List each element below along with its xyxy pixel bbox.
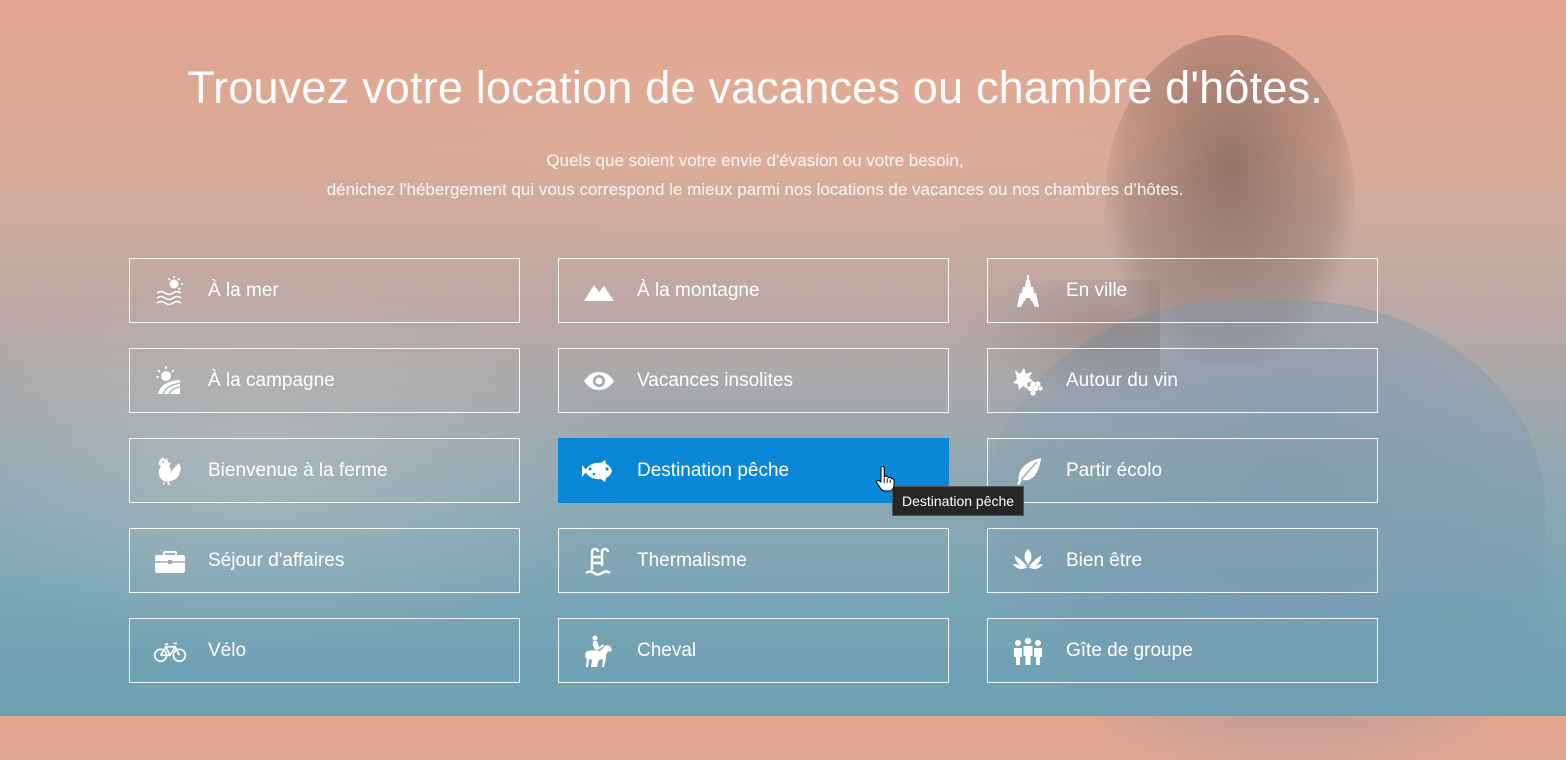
leaf-icon (1006, 451, 1050, 491)
category-label: Vélo (208, 639, 247, 661)
category-grid: À la mer À la montagne En ville À la cam… (129, 258, 1378, 683)
hover-tooltip: Destination pêche (892, 486, 1025, 516)
hand-cursor-icon (876, 466, 895, 492)
subtitle-line-2: dénichez l'hébergement qui vous correspo… (326, 180, 1184, 199)
category-label: Vacances insolites (637, 369, 793, 391)
grapes-icon (1006, 361, 1050, 401)
category-farm[interactable]: Bienvenue à la ferme (129, 438, 520, 503)
bicycle-icon (148, 631, 192, 671)
category-label: À la montagne (637, 279, 760, 301)
category-label: À la campagne (208, 369, 335, 391)
category-label: Bien être (1066, 549, 1143, 571)
lotus-icon (1006, 541, 1050, 581)
category-label: Bienvenue à la ferme (208, 459, 388, 481)
countryside-icon (148, 361, 192, 401)
category-bike[interactable]: Vélo (129, 618, 520, 683)
category-wine[interactable]: Autour du vin (987, 348, 1378, 413)
category-label: À la mer (208, 279, 279, 301)
rooster-icon (148, 451, 192, 491)
group-icon (1006, 631, 1050, 671)
category-unusual[interactable]: Vacances insolites (558, 348, 949, 413)
category-city[interactable]: En ville (987, 258, 1378, 323)
page-subtitle: Quels que soient votre envie d'évasion o… (0, 146, 1510, 204)
category-eco[interactable]: Partir écolo (987, 438, 1378, 503)
page-title: Trouvez votre location de vacances ou ch… (187, 62, 1323, 113)
fish-icon (577, 451, 621, 491)
category-label: Destination pêche (637, 459, 790, 481)
category-label: En ville (1066, 279, 1128, 301)
category-sea[interactable]: À la mer (129, 258, 520, 323)
category-thermal[interactable]: Thermalisme (558, 528, 949, 593)
eiffel-tower-icon (1006, 271, 1050, 311)
category-label: Autour du vin (1066, 369, 1178, 391)
category-wellness[interactable]: Bien être (987, 528, 1378, 593)
category-business[interactable]: Séjour d'affaires (129, 528, 520, 593)
category-horse[interactable]: Cheval (558, 618, 949, 683)
category-label: Séjour d'affaires (208, 549, 345, 571)
category-label: Gîte de groupe (1066, 639, 1193, 661)
horse-rider-icon (577, 631, 621, 671)
sea-icon (148, 271, 192, 311)
category-label: Cheval (637, 639, 697, 661)
category-group[interactable]: Gîte de groupe (987, 618, 1378, 683)
mountain-icon (577, 271, 621, 311)
category-label: Thermalisme (637, 549, 747, 571)
category-countryside[interactable]: À la campagne (129, 348, 520, 413)
pool-ladder-icon (577, 541, 621, 581)
eye-icon (577, 361, 621, 401)
subtitle-line-1: Quels que soient votre envie d'évasion o… (546, 151, 964, 170)
category-label: Partir écolo (1066, 459, 1163, 481)
category-mountain[interactable]: À la montagne (558, 258, 949, 323)
briefcase-icon (148, 541, 192, 581)
